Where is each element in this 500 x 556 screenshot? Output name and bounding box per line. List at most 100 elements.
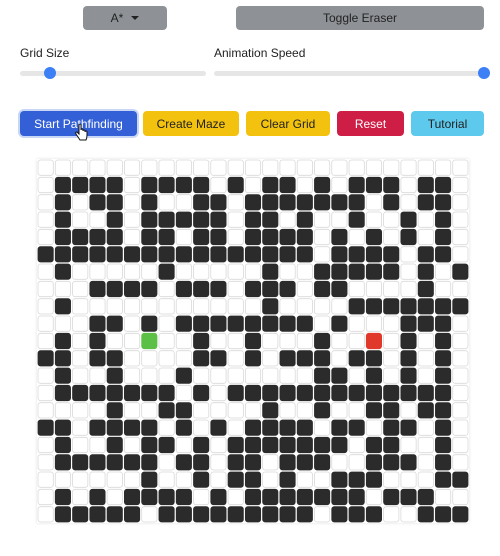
grid-cell[interactable] [348, 280, 365, 298]
wall-cell[interactable] [400, 488, 417, 506]
grid-cell[interactable] [435, 488, 452, 506]
grid-cell[interactable] [417, 159, 434, 176]
wall-cell[interactable] [89, 315, 106, 332]
wall-cell[interactable] [417, 488, 434, 506]
wall-cell[interactable] [348, 350, 365, 367]
wall-cell[interactable] [89, 332, 106, 350]
wall-cell[interactable] [435, 350, 452, 367]
grid-cell[interactable] [37, 263, 54, 280]
create-maze-button[interactable]: Create Maze [143, 111, 239, 136]
grid-cell[interactable] [37, 488, 54, 506]
grid-cell[interactable] [262, 350, 279, 367]
wall-cell[interactable] [193, 471, 210, 488]
wall-cell[interactable] [106, 228, 123, 246]
wall-cell[interactable] [279, 246, 296, 263]
wall-cell[interactable] [331, 367, 348, 384]
wall-cell[interactable] [158, 211, 175, 228]
grid-cell[interactable] [141, 263, 158, 280]
wall-cell[interactable] [106, 506, 123, 523]
wall-cell[interactable] [365, 176, 383, 194]
wall-cell[interactable] [227, 506, 244, 523]
wall-cell[interactable] [193, 228, 210, 246]
wall-cell[interactable] [141, 436, 158, 454]
wall-cell[interactable] [89, 228, 106, 246]
wall-cell[interactable] [54, 194, 71, 211]
grid-cell[interactable] [210, 367, 227, 384]
grid-cell[interactable] [37, 280, 54, 298]
grid-cell[interactable] [37, 211, 54, 228]
grid-cell[interactable] [175, 350, 192, 367]
wall-cell[interactable] [296, 506, 313, 523]
wall-cell[interactable] [435, 402, 452, 419]
wall-cell[interactable] [244, 332, 262, 350]
wall-cell[interactable] [331, 506, 348, 523]
grid-cell[interactable] [279, 367, 296, 384]
grid-cell[interactable] [227, 298, 244, 315]
grid-cell[interactable] [89, 471, 106, 488]
wall-cell[interactable] [348, 419, 365, 436]
grid-cell[interactable] [227, 332, 244, 350]
grid-cell[interactable] [89, 211, 106, 228]
grid-cell[interactable] [452, 454, 469, 471]
grid-cell[interactable] [244, 402, 262, 419]
grid-cell[interactable] [348, 454, 365, 471]
wall-cell[interactable] [193, 246, 210, 263]
wall-cell[interactable] [365, 454, 383, 471]
grid-cell[interactable] [383, 280, 400, 298]
wall-cell[interactable] [262, 194, 279, 211]
grid-cell[interactable] [193, 263, 210, 280]
wall-cell[interactable] [210, 280, 227, 298]
grid-cell[interactable] [296, 332, 313, 350]
wall-cell[interactable] [435, 211, 452, 228]
wall-cell[interactable] [106, 176, 123, 194]
wall-cell[interactable] [296, 211, 313, 228]
grid-cell[interactable] [37, 384, 54, 402]
grid-cell[interactable] [227, 159, 244, 176]
grid-cell[interactable] [279, 263, 296, 280]
grid-cell[interactable] [141, 402, 158, 419]
wall-cell[interactable] [124, 506, 141, 523]
grid-cell[interactable] [54, 280, 71, 298]
wall-cell[interactable] [89, 506, 106, 523]
grid-cell[interactable] [106, 471, 123, 488]
wall-cell[interactable] [227, 384, 244, 402]
wall-cell[interactable] [158, 506, 175, 523]
wall-cell[interactable] [244, 506, 262, 523]
grid-cell[interactable] [72, 298, 89, 315]
grid-cell[interactable] [314, 228, 331, 246]
grid-cell[interactable] [158, 298, 175, 315]
wall-cell[interactable] [331, 471, 348, 488]
grid-cell[interactable] [296, 402, 313, 419]
wall-cell[interactable] [279, 436, 296, 454]
clear-grid-button[interactable]: Clear Grid [246, 111, 330, 136]
wall-cell[interactable] [37, 246, 54, 263]
wall-cell[interactable] [417, 506, 434, 523]
grid-cell[interactable] [365, 315, 383, 332]
grid-cell[interactable] [314, 211, 331, 228]
grid-cell[interactable] [400, 176, 417, 194]
wall-cell[interactable] [54, 298, 71, 315]
grid-cell[interactable] [314, 159, 331, 176]
grid-cell[interactable] [365, 419, 383, 436]
grid-cell[interactable] [72, 332, 89, 350]
wall-cell[interactable] [141, 384, 158, 402]
grid-cell[interactable] [141, 298, 158, 315]
wall-cell[interactable] [158, 176, 175, 194]
grid-cell[interactable] [193, 488, 210, 506]
wall-cell[interactable] [383, 402, 400, 419]
wall-cell[interactable] [400, 350, 417, 367]
wall-cell[interactable] [89, 488, 106, 506]
wall-cell[interactable] [435, 194, 452, 211]
grid-cell[interactable] [452, 436, 469, 454]
wall-cell[interactable] [244, 194, 262, 211]
grid-cell[interactable] [193, 298, 210, 315]
wall-cell[interactable] [193, 280, 210, 298]
wall-cell[interactable] [141, 280, 158, 298]
wall-cell[interactable] [175, 246, 192, 263]
wall-cell[interactable] [435, 298, 452, 315]
wall-cell[interactable] [227, 454, 244, 471]
grid-cell[interactable] [124, 263, 141, 280]
wall-cell[interactable] [106, 246, 123, 263]
wall-cell[interactable] [383, 263, 400, 280]
grid-cell[interactable] [331, 298, 348, 315]
